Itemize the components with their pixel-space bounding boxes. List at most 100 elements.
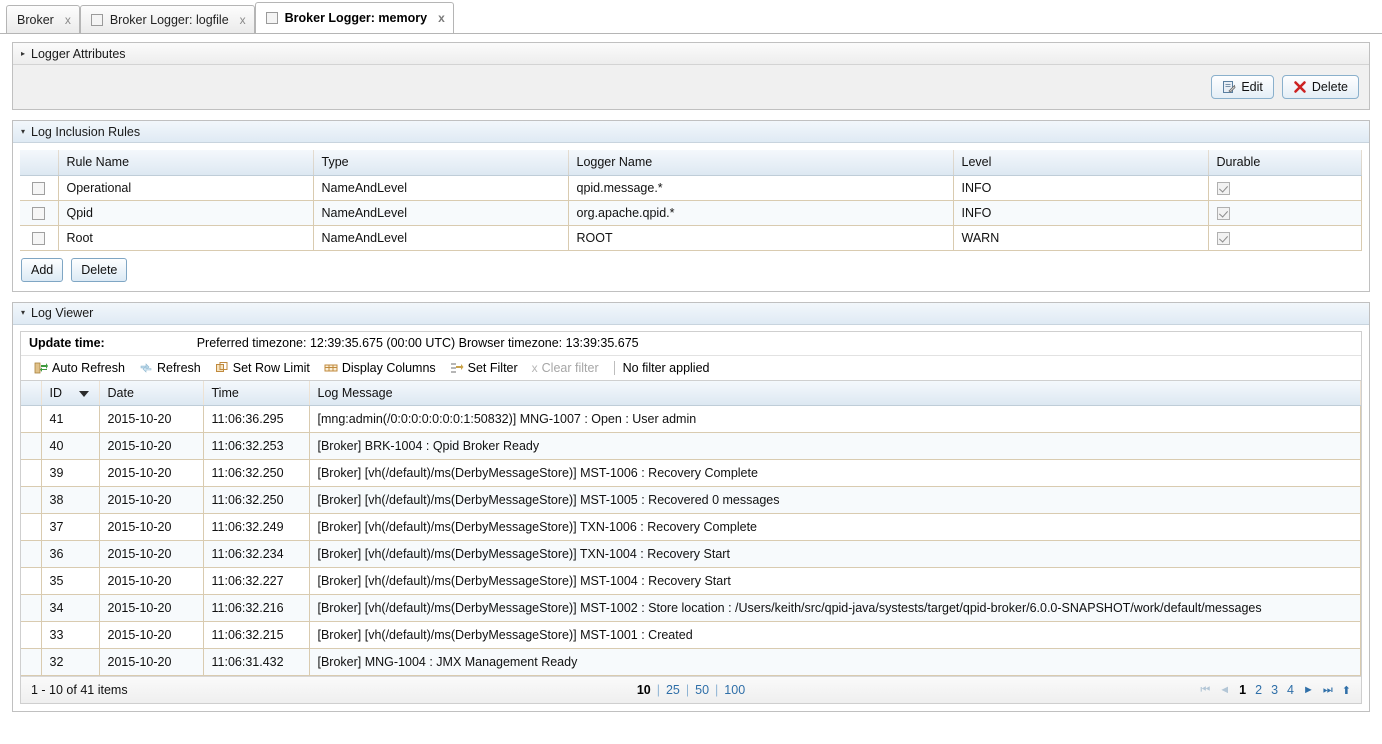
- logger-attributes-header[interactable]: ▸ Logger Attributes: [13, 43, 1369, 65]
- table-row[interactable]: 38 2015-10-20 11:06:32.250 [Broker] [vh(…: [21, 487, 1361, 514]
- rule-name-cell: Root: [58, 225, 313, 250]
- row-gutter: [21, 622, 41, 649]
- table-row[interactable]: 40 2015-10-20 11:06:32.253 [Broker] BRK-…: [21, 433, 1361, 460]
- rule-name-cell: Operational: [58, 175, 313, 200]
- page-size-50[interactable]: 50: [695, 683, 709, 697]
- rule-durable-cell: [1208, 200, 1362, 225]
- log-id-cell: 35: [41, 568, 99, 595]
- row-checkbox[interactable]: [32, 207, 45, 220]
- auto-refresh-label: Auto Refresh: [52, 361, 125, 375]
- table-row[interactable]: Qpid NameAndLevel org.apache.qpid.* INFO: [20, 200, 1362, 225]
- refresh-button[interactable]: Refresh: [134, 360, 206, 376]
- table-row[interactable]: 36 2015-10-20 11:06:32.234 [Broker] [vh(…: [21, 541, 1361, 568]
- logger-attributes-body: Edit Delete: [13, 65, 1369, 109]
- row-checkbox[interactable]: [32, 232, 45, 245]
- table-row[interactable]: 37 2015-10-20 11:06:32.249 [Broker] [vh(…: [21, 514, 1361, 541]
- page-size-10[interactable]: 10: [637, 683, 651, 697]
- tab-broker[interactable]: Broker x: [6, 5, 80, 33]
- log-date-cell: 2015-10-20: [99, 568, 203, 595]
- last-page-button[interactable]: ⏭: [1323, 684, 1333, 697]
- page-size-25[interactable]: 25: [666, 683, 680, 697]
- row-gutter: [21, 460, 41, 487]
- log-inclusion-rules-header[interactable]: ▾ Log Inclusion Rules: [13, 121, 1369, 143]
- log-col-date[interactable]: Date: [99, 381, 203, 406]
- log-date-cell: 2015-10-20: [99, 460, 203, 487]
- add-rule-button[interactable]: Add: [21, 258, 63, 282]
- rule-level-cell: INFO: [953, 175, 1208, 200]
- page-size-separator: |: [686, 683, 689, 697]
- table-row[interactable]: 35 2015-10-20 11:06:32.227 [Broker] [vh(…: [21, 568, 1361, 595]
- rules-col-level[interactable]: Level: [953, 150, 1208, 175]
- rule-level-cell: WARN: [953, 225, 1208, 250]
- row-select-cell[interactable]: [20, 200, 58, 225]
- log-date-cell: 2015-10-20: [99, 595, 203, 622]
- delete-button[interactable]: Delete: [1282, 75, 1359, 99]
- log-col-gutter: [21, 381, 41, 406]
- page-button-2[interactable]: 2: [1255, 683, 1262, 697]
- delete-rule-button[interactable]: Delete: [71, 258, 127, 282]
- close-icon[interactable]: x: [65, 13, 71, 27]
- row-gutter: [21, 514, 41, 541]
- filter-status: No filter applied: [614, 361, 710, 375]
- set-filter-button[interactable]: Set Filter: [445, 360, 523, 376]
- set-row-limit-icon: [215, 361, 229, 375]
- table-row[interactable]: 32 2015-10-20 11:06:31.432 [Broker] MNG-…: [21, 649, 1361, 676]
- log-inclusion-rules-title: Log Inclusion Rules: [31, 125, 140, 139]
- next-page-button[interactable]: ►: [1303, 684, 1314, 696]
- table-row[interactable]: Root NameAndLevel ROOT WARN: [20, 225, 1362, 250]
- rules-col-rule-name[interactable]: Rule Name: [58, 150, 313, 175]
- auto-refresh-icon: [34, 361, 48, 375]
- close-icon[interactable]: x: [240, 13, 246, 27]
- rules-col-durable[interactable]: Durable: [1208, 150, 1362, 175]
- log-col-id[interactable]: ID: [41, 381, 99, 406]
- rule-logger-name-cell: org.apache.qpid.*: [568, 200, 953, 225]
- display-columns-button[interactable]: Display Columns: [319, 360, 441, 376]
- row-checkbox[interactable]: [32, 182, 45, 195]
- set-filter-label: Set Filter: [468, 361, 518, 375]
- set-row-limit-button[interactable]: Set Row Limit: [210, 360, 315, 376]
- table-row[interactable]: 34 2015-10-20 11:06:32.216 [Broker] [vh(…: [21, 595, 1361, 622]
- display-columns-icon: [324, 361, 338, 375]
- log-date-cell: 2015-10-20: [99, 622, 203, 649]
- row-select-cell[interactable]: [20, 175, 58, 200]
- row-gutter: [21, 433, 41, 460]
- page-button-4[interactable]: 4: [1287, 683, 1294, 697]
- refresh-label: Refresh: [157, 361, 201, 375]
- page-button-3[interactable]: 3: [1271, 683, 1278, 697]
- scroll-to-top-button[interactable]: ⬆: [1342, 684, 1351, 697]
- checkbox-icon: [266, 12, 278, 24]
- row-gutter: [21, 541, 41, 568]
- delete-rule-label: Delete: [81, 263, 117, 277]
- row-select-cell[interactable]: [20, 225, 58, 250]
- page-body: ▸ Logger Attributes Edit Delete: [0, 34, 1382, 712]
- auto-refresh-button[interactable]: Auto Refresh: [29, 360, 130, 376]
- rules-col-select[interactable]: [20, 150, 58, 175]
- rules-header-row: Rule Name Type Logger Name Level Durable: [20, 150, 1362, 175]
- log-message-cell: [Broker] [vh(/default)/ms(DerbyMessageSt…: [309, 622, 1361, 649]
- tab-broker-logger-logfile[interactable]: Broker Logger: logfile x: [80, 5, 255, 33]
- table-row[interactable]: 33 2015-10-20 11:06:32.215 [Broker] [vh(…: [21, 622, 1361, 649]
- log-time-cell: 11:06:32.227: [203, 568, 309, 595]
- log-col-time[interactable]: Time: [203, 381, 309, 406]
- add-rule-label: Add: [31, 263, 53, 277]
- durable-checkbox: [1217, 232, 1230, 245]
- log-date-cell: 2015-10-20: [99, 514, 203, 541]
- tab-broker-logger-memory[interactable]: Broker Logger: memory x: [255, 2, 454, 33]
- page-size-separator: |: [657, 683, 660, 697]
- edit-button[interactable]: Edit: [1211, 75, 1274, 99]
- table-row[interactable]: 39 2015-10-20 11:06:32.250 [Broker] [vh(…: [21, 460, 1361, 487]
- log-col-message[interactable]: Log Message: [309, 381, 1361, 406]
- log-viewer-header[interactable]: ▾ Log Viewer: [13, 303, 1369, 325]
- table-row[interactable]: Operational NameAndLevel qpid.message.* …: [20, 175, 1362, 200]
- page-size-100[interactable]: 100: [724, 683, 745, 697]
- rule-logger-name-cell: qpid.message.*: [568, 175, 953, 200]
- log-time-cell: 11:06:32.249: [203, 514, 309, 541]
- log-time-cell: 11:06:36.295: [203, 406, 309, 433]
- close-icon[interactable]: x: [438, 11, 445, 25]
- table-row[interactable]: 41 2015-10-20 11:06:36.295 [mng:admin(/0…: [21, 406, 1361, 433]
- log-date-cell: 2015-10-20: [99, 649, 203, 676]
- rules-col-type[interactable]: Type: [313, 150, 568, 175]
- rules-col-logger-name[interactable]: Logger Name: [568, 150, 953, 175]
- rule-durable-cell: [1208, 175, 1362, 200]
- sort-descending-icon: [79, 391, 89, 397]
